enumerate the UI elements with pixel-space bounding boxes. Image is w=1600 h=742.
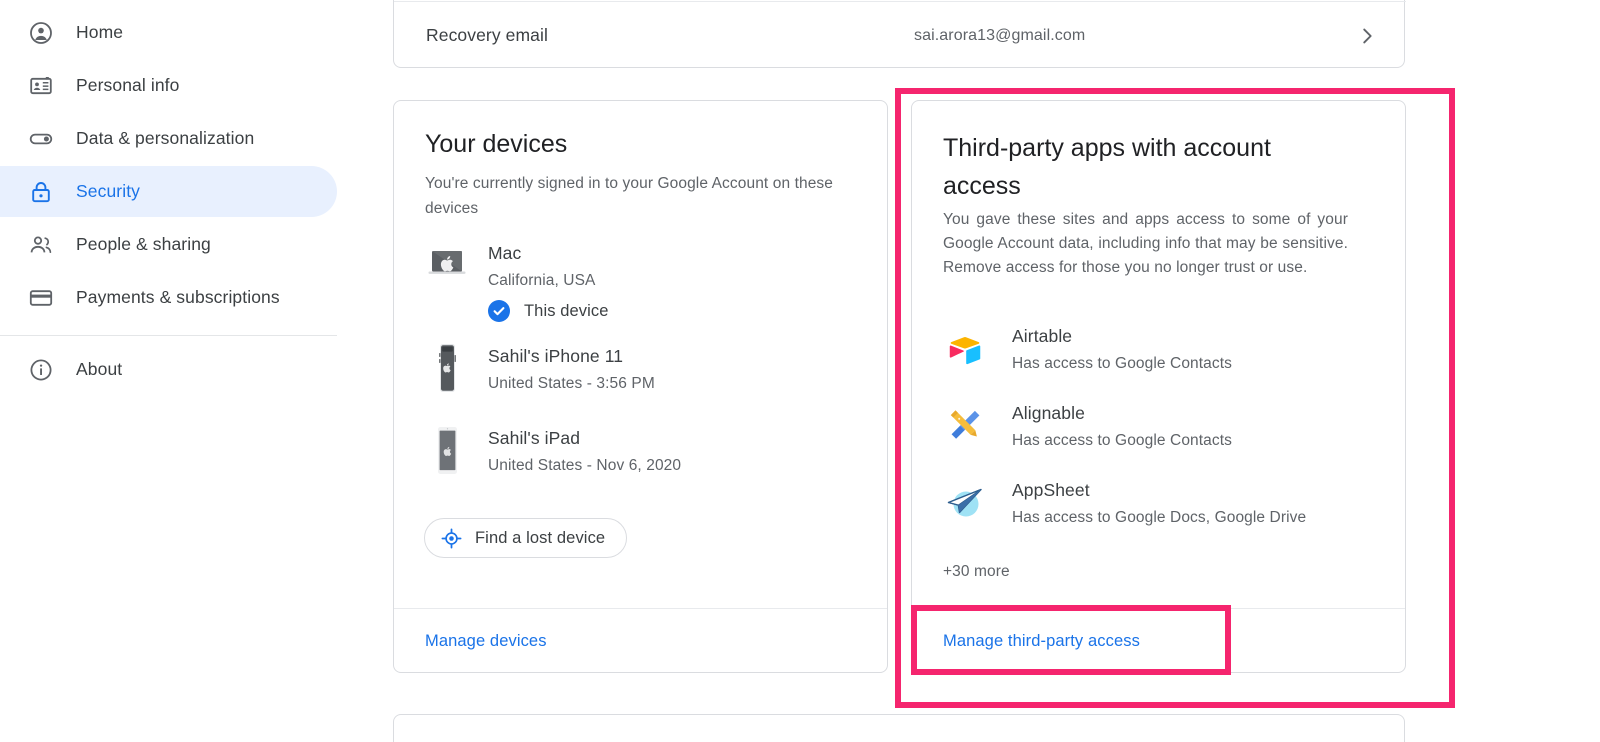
- app-name: Airtable: [1012, 326, 1073, 346]
- recovery-email-value: sai.arora13@gmail.com: [914, 26, 1086, 44]
- app-name: AppSheet: [1012, 480, 1090, 500]
- device-row[interactable]: Sahil's iPhone 11 United States - 3:56 P…: [425, 344, 855, 406]
- third-party-apps-card: Third-party apps with account access You…: [911, 100, 1406, 673]
- devices-card-subtitle: You're currently signed in to your Googl…: [425, 175, 833, 217]
- device-row[interactable]: Mac California, USA This device: [425, 243, 855, 331]
- devices-card-title: Your devices: [425, 130, 568, 158]
- third-party-card-subtitle: You gave these sites and apps access to …: [943, 211, 1348, 276]
- devices-card-footer: Manage devices: [394, 608, 887, 673]
- device-meta: United States - Nov 6, 2020: [488, 457, 682, 474]
- account-security-page: Home Personal info Data & personalizatio…: [0, 0, 1600, 742]
- your-devices-card: Your devices You're currently signed in …: [393, 100, 888, 673]
- this-device-label: This device: [524, 301, 609, 320]
- app-row[interactable]: Airtable Has access to Google Contacts: [943, 326, 1363, 388]
- app-access: Has access to Google Docs, Google Drive: [1012, 509, 1307, 526]
- this-device-badge: This device: [488, 300, 609, 322]
- device-name: Sahil's iPad: [488, 428, 581, 448]
- ipad-icon: [425, 427, 469, 474]
- recovery-email-row[interactable]: Recovery email sai.arora13@gmail.com: [394, 1, 1406, 69]
- third-party-more-count: +30 more: [943, 563, 1010, 580]
- iphone-icon: [425, 344, 469, 392]
- device-meta: United States - 3:56 PM: [488, 375, 655, 392]
- airtable-icon: [943, 326, 987, 370]
- main-content: Recovery email sai.arora13@gmail.com You…: [0, 0, 1600, 742]
- manage-devices-link[interactable]: Manage devices: [425, 632, 547, 651]
- recovery-email-label: Recovery email: [426, 25, 548, 45]
- app-row[interactable]: Alignable Has access to Google Contacts: [943, 403, 1363, 465]
- macbook-icon: [425, 243, 469, 287]
- app-access: Has access to Google Contacts: [1012, 355, 1233, 372]
- chevron-right-icon[interactable]: [1356, 25, 1378, 47]
- recovery-email-card: Recovery email sai.arora13@gmail.com: [393, 0, 1406, 69]
- app-row[interactable]: AppSheet Has access to Google Docs, Goog…: [943, 480, 1363, 542]
- third-party-card-title: Third-party apps with account access: [943, 134, 1271, 200]
- device-meta: California, USA: [488, 272, 596, 289]
- alignable-icon: [943, 403, 987, 447]
- find-a-lost-device-label: Find a lost device: [475, 528, 606, 547]
- third-party-card-footer: Manage third-party access: [912, 608, 1405, 673]
- device-name: Sahil's iPhone 11: [488, 346, 624, 366]
- app-name: Alignable: [1012, 403, 1085, 423]
- device-row[interactable]: Sahil's iPad United States - Nov 6, 2020: [425, 427, 855, 488]
- find-a-lost-device-button[interactable]: Find a lost device: [424, 518, 628, 558]
- device-name: Mac: [488, 243, 522, 263]
- appsheet-icon: [943, 480, 987, 524]
- manage-third-party-access-link[interactable]: Manage third-party access: [943, 632, 1140, 651]
- location-target-icon: [441, 528, 462, 549]
- app-access: Has access to Google Contacts: [1012, 432, 1233, 449]
- check-circle-icon: [488, 300, 510, 322]
- next-section-card: [393, 714, 1405, 742]
